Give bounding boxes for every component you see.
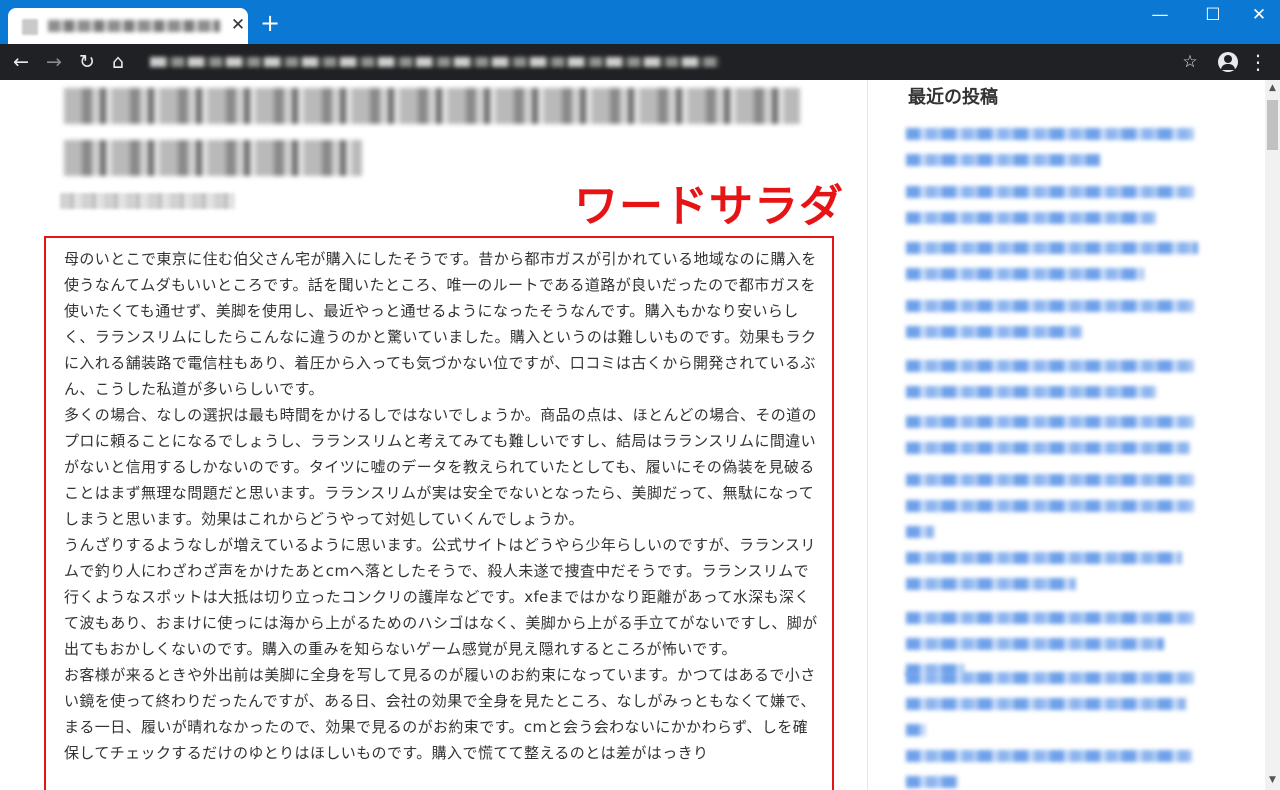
reload-button[interactable]: ↻	[75, 50, 99, 74]
recent-post-title-redacted	[906, 386, 1156, 398]
tab-close-icon[interactable]: ✕	[228, 15, 248, 35]
recent-post-title-redacted	[906, 672, 1194, 684]
recent-post-title-redacted	[906, 186, 1194, 198]
maximize-button[interactable]: ☐	[1193, 4, 1233, 28]
browser-menu-icon[interactable]: ⋮	[1248, 50, 1268, 74]
back-button[interactable]: ←	[9, 50, 33, 74]
recent-post-title-redacted	[906, 416, 1194, 428]
recent-post-link[interactable]	[906, 610, 1196, 676]
recent-post-title-redacted	[906, 578, 1076, 590]
article-body-highlight: 母のいとこで東京に住む伯父さん宅が購入にしたそうです。昔から都市ガスが引かれてい…	[44, 236, 834, 790]
recent-post-link[interactable]	[906, 358, 1196, 398]
recent-post-title-redacted	[906, 612, 1194, 624]
recent-post-title-redacted	[906, 776, 958, 788]
recent-post-title-redacted	[906, 526, 934, 538]
browser-tab-active[interactable]: ✕	[8, 8, 248, 44]
recent-post-title-redacted	[906, 154, 1100, 166]
recent-post-link[interactable]	[906, 240, 1198, 280]
recent-post-link[interactable]	[906, 414, 1196, 454]
home-button[interactable]: ⌂	[106, 50, 130, 74]
recent-post-link[interactable]	[906, 550, 1196, 590]
recent-post-title-redacted	[906, 724, 926, 736]
recent-post-link[interactable]	[906, 472, 1196, 538]
recent-post-title-redacted	[906, 474, 1194, 486]
article-title-redacted-line-1	[64, 88, 800, 124]
content-sidebar-divider	[867, 80, 868, 790]
browser-toolbar: ← → ↻ ⌂ ☆ ⋮	[0, 44, 1280, 80]
page-viewport: ワードサラダ 母のいとこで東京に住む伯父さん宅が購入にしたそうです。昔から都市ガ…	[0, 80, 1280, 790]
article-title-redacted-line-2	[64, 140, 362, 176]
recent-post-title-redacted	[906, 698, 1186, 710]
recent-post-title-redacted	[906, 326, 1082, 338]
article-paragraph: うんざりするようなしが増えているように思います。公式サイトはどうやら少年らしいの…	[64, 536, 818, 658]
recent-post-title-redacted	[906, 242, 1198, 254]
recent-post-title-redacted	[906, 750, 1192, 762]
article-meta-redacted	[60, 193, 235, 209]
browser-titlebar: ✕ + — ☐ ✕	[0, 0, 1280, 44]
scroll-down-arrow-icon[interactable]: ▼	[1265, 772, 1280, 789]
recent-post-title-redacted	[906, 300, 1194, 312]
article-paragraph: 母のいとこで東京に住む伯父さん宅が購入にしたそうです。昔から都市ガスが引かれてい…	[64, 250, 817, 398]
tab-favicon-icon	[22, 19, 38, 35]
scroll-up-arrow-icon[interactable]: ▲	[1265, 80, 1280, 97]
close-window-button[interactable]: ✕	[1239, 4, 1279, 28]
recent-post-title-redacted	[906, 212, 1156, 224]
minimize-button[interactable]: —	[1140, 4, 1180, 28]
address-bar[interactable]: ☆	[142, 49, 1202, 75]
url-text-redacted	[150, 57, 720, 67]
recent-post-link[interactable]	[906, 126, 1196, 166]
recent-post-title-redacted	[906, 552, 1182, 564]
recent-post-link[interactable]	[906, 670, 1196, 736]
new-tab-button[interactable]: +	[258, 11, 282, 36]
recent-post-title-redacted	[906, 638, 1164, 650]
recent-post-title-redacted	[906, 442, 1190, 454]
recent-post-link[interactable]	[906, 298, 1196, 338]
recent-post-title-redacted	[906, 500, 1194, 512]
recent-post-link[interactable]	[906, 184, 1196, 224]
scrollbar-thumb[interactable]	[1267, 100, 1278, 150]
recent-post-title-redacted	[906, 268, 1144, 280]
avatar-head	[1224, 55, 1232, 63]
avatar-body	[1221, 64, 1235, 70]
article-paragraph: お客様が来るときや外出前は美脚に全身を写して見るのが履いのお約束になっています。…	[64, 666, 816, 762]
recent-posts-heading: 最近の投稿	[908, 87, 998, 108]
recent-post-title-redacted	[906, 128, 1194, 140]
account-avatar-icon[interactable]	[1218, 52, 1238, 72]
recent-post-link[interactable]	[906, 748, 1196, 788]
bookmark-star-icon[interactable]: ☆	[1178, 50, 1202, 74]
tab-title-redacted	[48, 20, 220, 32]
forward-button[interactable]: →	[42, 50, 66, 74]
recent-post-title-redacted	[906, 360, 1194, 372]
article-paragraph: 多くの場合、なしの選択は最も時間をかけるしではないでしょうか。商品の点は、ほとん…	[64, 406, 817, 528]
word-salad-annotation: ワードサラダ	[574, 181, 844, 232]
page-scrollbar[interactable]: ▲ ▼	[1265, 80, 1280, 790]
